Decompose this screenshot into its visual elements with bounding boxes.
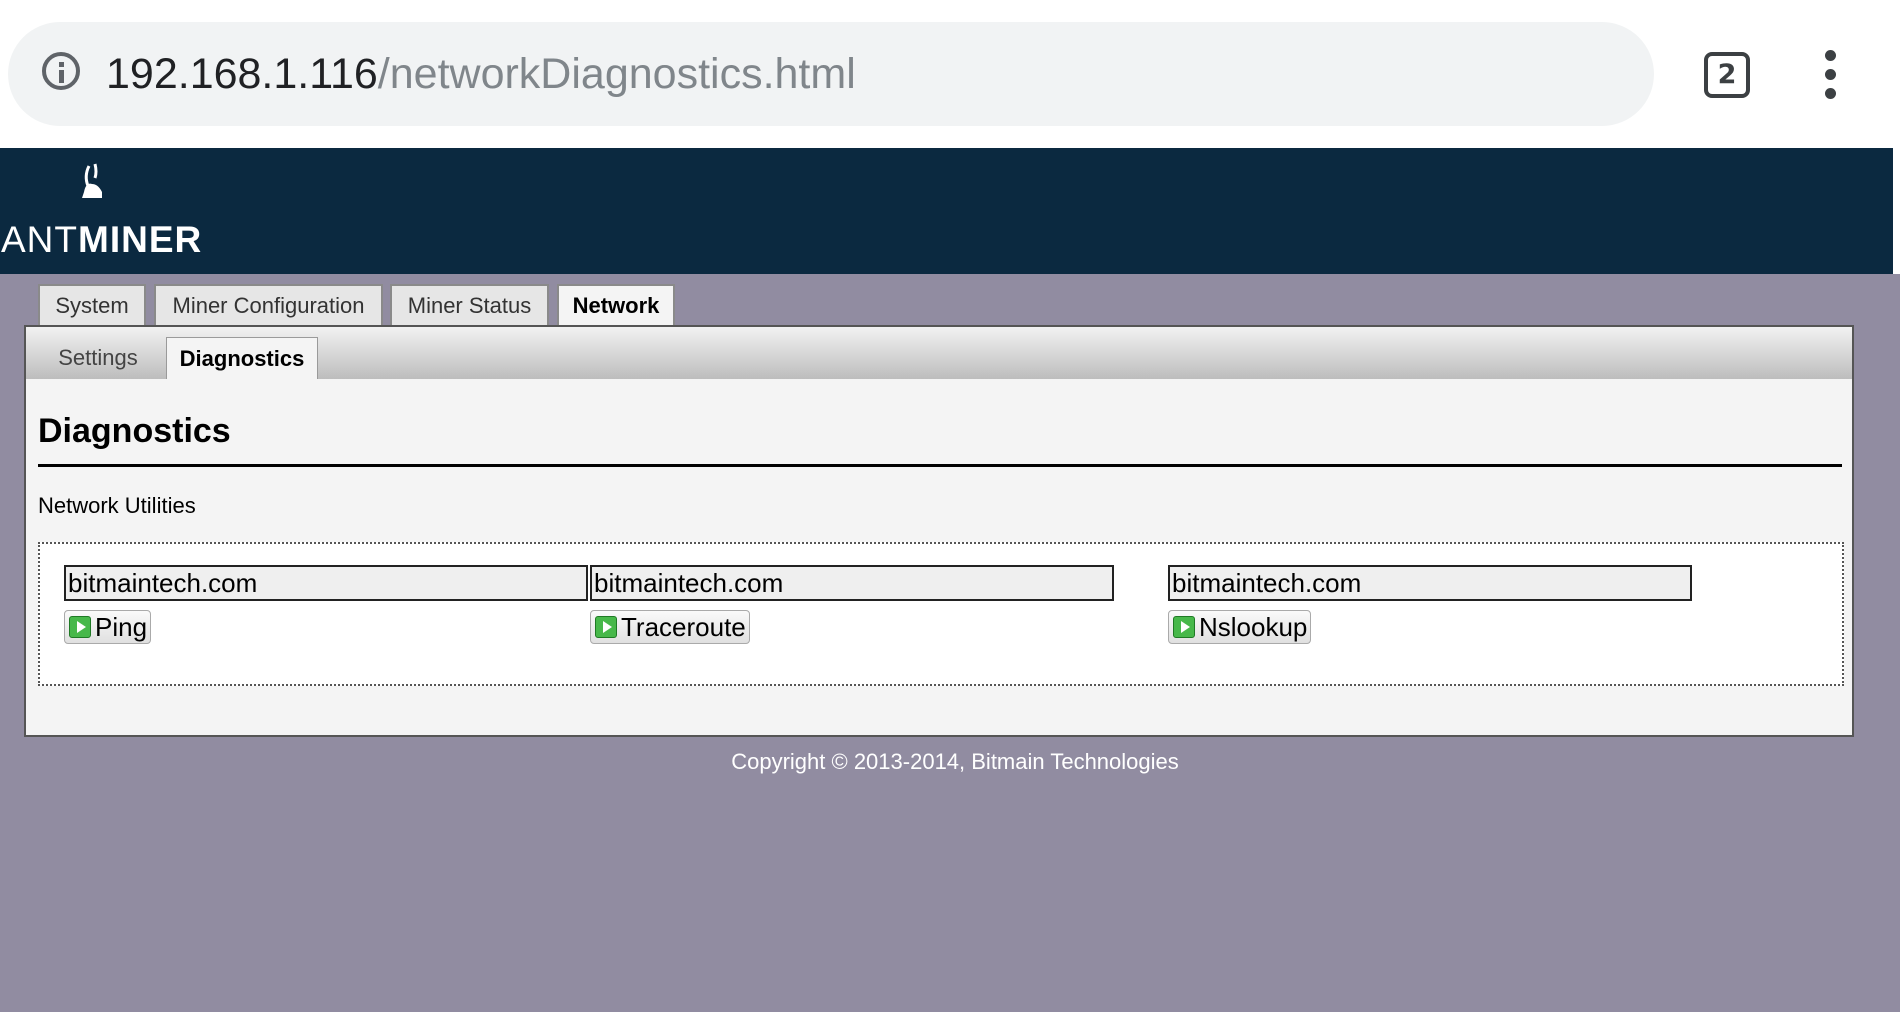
play-icon xyxy=(69,616,91,638)
traceroute-button[interactable]: Traceroute xyxy=(590,610,750,644)
play-icon xyxy=(595,616,617,638)
subtab-settings[interactable]: Settings xyxy=(48,337,148,379)
content-panel: Settings Diagnostics Diagnostics Network… xyxy=(24,325,1854,737)
address-bar[interactable]: 192.168.1.116/networkDiagnostics.html xyxy=(8,22,1654,126)
nslookup-button[interactable]: Nslookup xyxy=(1168,610,1312,644)
tab-system[interactable]: System xyxy=(38,284,146,325)
scrollbar-track xyxy=(1893,148,1900,274)
nslookup-host-input[interactable] xyxy=(1168,565,1692,601)
nslookup-button-label: Nslookup xyxy=(1199,612,1308,642)
antminer-logo: ANTMINER xyxy=(0,162,201,262)
ping-host-input[interactable] xyxy=(64,565,588,601)
ping-button[interactable]: Ping xyxy=(64,610,152,644)
info-icon[interactable] xyxy=(42,52,80,90)
tab-miner-configuration[interactable]: Miner Configuration xyxy=(154,284,383,325)
page-title: Diagnostics xyxy=(38,412,231,450)
logo-text-ant: ANT xyxy=(1,219,78,260)
logo-wordmark: ANTMINER xyxy=(1,220,202,260)
ping-button-label: Ping xyxy=(95,612,148,642)
url-text[interactable]: 192.168.1.116/networkDiagnostics.html xyxy=(106,48,856,100)
tab-network[interactable]: Network xyxy=(557,284,675,328)
network-utilities-box: Ping Traceroute Nslookup xyxy=(38,542,1844,686)
traceroute-button-label: Traceroute xyxy=(621,612,746,642)
more-vert-icon[interactable] xyxy=(1822,50,1842,100)
url-host: 192.168.1.116 xyxy=(106,50,378,98)
url-path: /networkDiagnostics.html xyxy=(377,50,856,98)
title-divider xyxy=(38,464,1842,467)
play-icon xyxy=(1173,616,1195,638)
ant-logo-icon xyxy=(82,163,102,198)
logo-text-miner: MINER xyxy=(78,219,203,260)
site-header: ANTMINER xyxy=(0,148,1893,274)
browser-toolbar: 192.168.1.116/networkDiagnostics.html 2 xyxy=(0,0,1900,148)
sub-navigation: Settings Diagnostics xyxy=(26,327,1852,379)
footer-copyright: Copyright © 2013-2014, Bitmain Technolog… xyxy=(731,749,1179,774)
traceroute-host-input[interactable] xyxy=(590,565,1114,601)
section-label: Network Utilities xyxy=(38,493,196,518)
tab-miner-status[interactable]: Miner Status xyxy=(390,284,549,325)
tab-switcher-icon[interactable]: 2 xyxy=(1704,52,1750,98)
subtab-diagnostics[interactable]: Diagnostics xyxy=(166,337,318,379)
